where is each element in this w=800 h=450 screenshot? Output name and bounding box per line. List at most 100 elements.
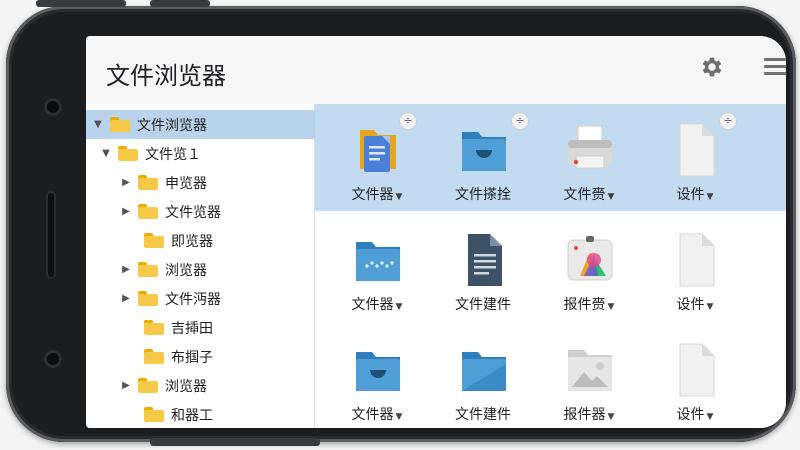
- caret-right-icon[interactable]: ▶: [120, 293, 132, 304]
- text-file-icon: [458, 232, 510, 288]
- sidebar-item[interactable]: 即览器: [86, 226, 213, 255]
- add-badge-icon[interactable]: ÷: [511, 112, 529, 130]
- file-tile-label: 报件器 ▼: [537, 404, 641, 424]
- dropdown-arrow-icon[interactable]: ▼: [707, 192, 714, 202]
- file-tile[interactable]: 文件建件: [431, 332, 535, 428]
- file-tile-label: 报件赍 ▼: [537, 294, 641, 314]
- sensor: [44, 350, 62, 368]
- file-tile-label: 设件 ▼: [643, 294, 747, 314]
- sidebar-item[interactable]: ▶ 浏览器: [86, 255, 207, 284]
- caret-down-icon[interactable]: ▼: [100, 148, 112, 159]
- dots-folder-icon: [352, 232, 404, 288]
- folder-icon: [138, 204, 158, 219]
- caret-right-icon[interactable]: ▶: [120, 264, 132, 275]
- sidebar-item-label: 浏览器: [165, 262, 207, 279]
- file-tile-label: 文件器 ▼: [325, 404, 429, 424]
- app-header: 文件浏览器: [86, 36, 786, 105]
- sidebar-item[interactable]: 吉揷田: [86, 313, 213, 342]
- file-tile[interactable]: 文件赍 ▼: [537, 112, 641, 212]
- dropdown-arrow-icon[interactable]: ▼: [707, 302, 714, 312]
- sidebar-item-label: 吉揷田: [171, 320, 213, 337]
- add-badge-icon[interactable]: ÷: [399, 112, 417, 130]
- file-tile[interactable]: 设件 ▼: [643, 332, 747, 428]
- folder-icon: [118, 146, 138, 161]
- file-tile-label: 设件 ▼: [643, 184, 747, 204]
- file-name: 文件建件: [455, 407, 511, 423]
- smile-folder-icon: [458, 122, 510, 178]
- file-name: 文件赍: [563, 187, 606, 203]
- app-screen: 文件浏览器 ▼ 文件浏览器 ▼ 文件览１ ▶ 申览器 ▶ 文件览器即览器 ▶ 浏览器 ▶ 文件沔器吉揷…: [86, 36, 786, 428]
- photos-icon: [564, 232, 616, 288]
- sidebar-item[interactable]: ▼ 文件览１: [86, 139, 201, 168]
- file-name: 报件器: [563, 407, 606, 423]
- dropdown-arrow-icon[interactable]: ▼: [707, 412, 714, 422]
- folder-icon: [138, 291, 158, 306]
- folder-tree: ▼ 文件浏览器 ▼ 文件览１ ▶ 申览器 ▶ 文件览器即览器 ▶ 浏览器 ▶ 文件沔器吉揷田布掴子 ▶ 浏…: [86, 104, 320, 428]
- file-name: 设件: [676, 187, 705, 203]
- file-tile[interactable]: 文件器 ▼: [325, 222, 429, 322]
- volume-button: [36, 0, 126, 7]
- file-tile[interactable]: 文件建件: [431, 222, 535, 322]
- caret-right-icon[interactable]: ▶: [120, 380, 132, 391]
- file-tile-label: 文件搽拴: [431, 184, 535, 204]
- sidebar-item-label: 文件浏览器: [137, 117, 207, 134]
- sidebar-item[interactable]: 布掴子: [86, 342, 213, 371]
- file-tile[interactable]: 报件器 ▼: [537, 332, 641, 428]
- power-button: [150, 0, 210, 7]
- folder-icon: [110, 117, 130, 132]
- blank-file-icon: [670, 232, 722, 288]
- sidebar-item-label: 和器工: [171, 407, 213, 424]
- sidebar-item[interactable]: ▶ 文件览器: [86, 197, 221, 226]
- sidebar-item[interactable]: ▶ 申览器: [86, 168, 207, 197]
- speaker-grille: [46, 191, 56, 279]
- file-name: 设件: [676, 297, 705, 313]
- file-tile-label: 文件器 ▼: [325, 184, 429, 204]
- file-name: 文件器: [351, 187, 394, 203]
- folder-icon: [144, 407, 164, 422]
- smile-folder-icon: [352, 342, 404, 398]
- file-grid: 文件器 ▼ 文件搽拴 文件赍 ▼ 设件 ▼ 文件器 ▼ 文件建件 报件赍 ▼ 设件 ▼ 文件器 ▼ 文件建件 报件…: [315, 104, 786, 428]
- gear-icon[interactable]: [699, 54, 725, 80]
- caret-right-icon[interactable]: ▶: [120, 206, 132, 217]
- sidebar-item-label: 即览器: [171, 233, 213, 250]
- file-name: 报件赍: [563, 297, 606, 313]
- file-tile[interactable]: 报件赍 ▼: [537, 222, 641, 322]
- file-tile[interactable]: 文件器 ▼: [325, 332, 429, 428]
- add-badge-icon[interactable]: ÷: [719, 112, 737, 130]
- image-file-icon: [564, 342, 616, 398]
- printer-icon: [564, 122, 616, 178]
- menu-icon[interactable]: [764, 58, 786, 78]
- dropdown-arrow-icon[interactable]: ▼: [608, 412, 615, 422]
- dropdown-arrow-icon[interactable]: ▼: [396, 412, 403, 422]
- file-tile-label: 文件器 ▼: [325, 294, 429, 314]
- sidebar-item-label: 文件沔器: [165, 291, 221, 308]
- folder-icon: [144, 320, 164, 335]
- file-name: 文件建件: [455, 297, 511, 313]
- folder-icon: [144, 233, 164, 248]
- sidebar-item-label: 浏览器: [165, 378, 207, 395]
- screenshot-scene: 文件浏览器 ▼ 文件浏览器 ▼ 文件览１ ▶ 申览器 ▶ 文件览器即览器 ▶ 浏览器 ▶ 文件沔器吉揷…: [0, 0, 800, 450]
- file-tile-label: 文件建件: [431, 404, 535, 424]
- sidebar-item-label: 申览器: [165, 175, 207, 192]
- folder-icon: [138, 378, 158, 393]
- dropdown-arrow-icon[interactable]: ▼: [396, 302, 403, 312]
- sidebar-item[interactable]: ▼ 文件浏览器: [86, 110, 320, 139]
- app-title: 文件浏览器: [106, 62, 226, 90]
- caret-right-icon[interactable]: ▶: [120, 177, 132, 188]
- sidebar-item-label: 文件览１: [145, 146, 201, 163]
- caret-down-icon[interactable]: ▼: [92, 119, 104, 130]
- file-name: 文件搽拴: [455, 187, 511, 203]
- docs-folder-icon: [352, 122, 404, 178]
- sidebar-item[interactable]: ▶ 文件沔器: [86, 284, 221, 313]
- file-tile-label: 文件建件: [431, 294, 535, 314]
- dropdown-arrow-icon[interactable]: ▼: [608, 192, 615, 202]
- sidebar-item[interactable]: ▶ 浏览器: [86, 371, 207, 400]
- file-tile[interactable]: 设件 ▼: [643, 222, 747, 322]
- blank-file-icon: [670, 342, 722, 398]
- file-name: 文件器: [351, 407, 394, 423]
- dropdown-arrow-icon[interactable]: ▼: [608, 302, 615, 312]
- file-tile-label: 设件 ▼: [643, 404, 747, 424]
- file-name: 设件: [676, 407, 705, 423]
- dropdown-arrow-icon[interactable]: ▼: [396, 192, 403, 202]
- sidebar-item[interactable]: 和器工: [86, 400, 213, 428]
